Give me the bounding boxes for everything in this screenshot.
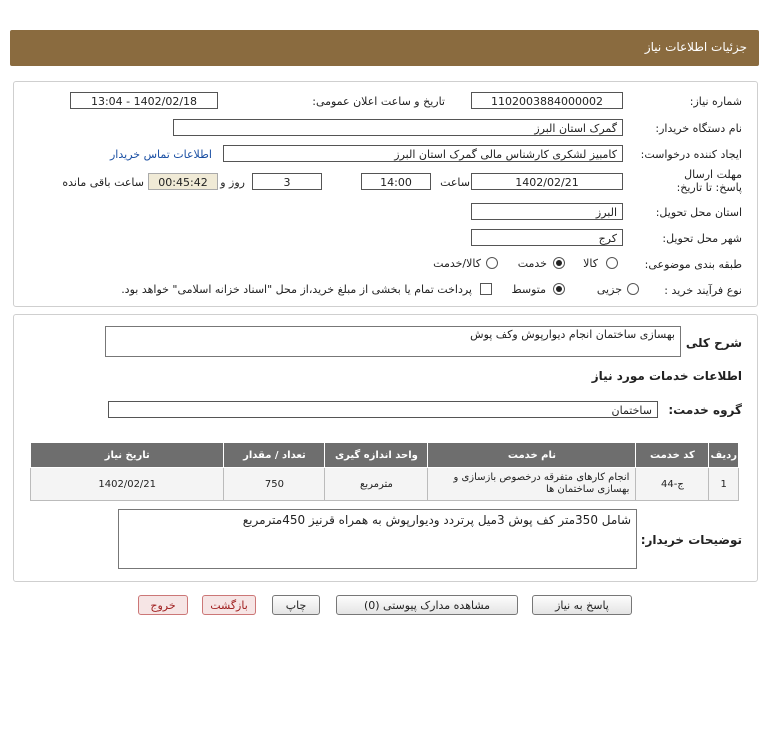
- category-both-radio[interactable]: [486, 257, 498, 269]
- remaining-label: ساعت باقی مانده: [62, 176, 144, 189]
- category-label: طبقه بندی موضوعی:: [644, 258, 742, 271]
- category-goods-radio[interactable]: [606, 257, 618, 269]
- city-label: شهر محل تحویل:: [662, 232, 742, 245]
- need-number-field: 1102003884000002: [471, 92, 623, 109]
- cell-name: انجام کارهای متفرقه درخصوص بازسازی و بهس…: [427, 467, 637, 501]
- reply-button[interactable]: پاسخ به نیاز: [532, 595, 632, 615]
- back-button[interactable]: بازگشت: [202, 595, 256, 615]
- deadline-label: مهلت ارسال پاسخ: تا تاریخ:: [676, 168, 742, 194]
- need-info-panel: [13, 81, 758, 307]
- col-date: تاریخ نیاز: [29, 442, 225, 468]
- col-row: ردیف: [708, 442, 739, 468]
- services-table: ردیف کد خدمت نام خدمت واحد اندازه گیری ت…: [29, 442, 739, 501]
- process-medium-radio[interactable]: [553, 283, 565, 295]
- col-code: کد خدمت: [635, 442, 710, 468]
- contact-buyer-link[interactable]: اطلاعات تماس خریدار: [110, 148, 212, 161]
- page-header: جزئیات اطلاعات نیاز: [10, 30, 759, 66]
- service-group-field: ساختمان: [108, 401, 658, 418]
- category-service-radio[interactable]: [553, 257, 565, 269]
- days-label: روز و: [220, 176, 245, 189]
- treasury-payment-checkbox[interactable]: [480, 283, 492, 295]
- cell-code: ج-44: [635, 467, 710, 501]
- announce-field: 1402/02/18 - 13:04: [70, 92, 218, 109]
- deadline-date-field: 1402/02/21: [471, 173, 623, 190]
- process-medium-label: متوسط: [511, 283, 546, 296]
- time-label: ساعت: [440, 176, 470, 189]
- exit-button[interactable]: خروج: [138, 595, 188, 615]
- process-label: نوع فرآیند خرید :: [664, 284, 742, 297]
- col-qty: تعداد / مقدار: [223, 442, 326, 468]
- services-heading: اطلاعات خدمات مورد نیاز: [591, 369, 742, 383]
- creator-label: ایجاد کننده درخواست:: [640, 148, 742, 161]
- cell-row: 1: [708, 467, 739, 501]
- category-both-label: کالا/خدمت: [433, 257, 481, 270]
- print-button[interactable]: چاپ: [272, 595, 320, 615]
- cell-unit: مترمربع: [324, 467, 429, 501]
- announce-label: تاریخ و ساعت اعلان عمومی:: [312, 95, 445, 108]
- province-label: استان محل تحویل:: [655, 206, 742, 219]
- city-field: کرج: [471, 229, 623, 246]
- category-goods-label: کالا: [583, 257, 598, 270]
- attachments-button[interactable]: مشاهده مدارک پیوستی (0): [336, 595, 518, 615]
- creator-field: کامبیز لشکری کارشناس مالی گمرک استان الب…: [223, 145, 623, 162]
- category-service-label: خدمت: [517, 257, 547, 270]
- page-title: جزئیات اطلاعات نیاز: [644, 40, 747, 54]
- buyer-field: گمرک استان البرز: [173, 119, 623, 136]
- buyer-notes-label: توضیحات خریدار:: [640, 533, 742, 547]
- col-unit: واحد اندازه گیری: [324, 442, 429, 468]
- cell-qty: 750: [223, 467, 326, 501]
- service-group-label: گروه خدمت:: [668, 403, 742, 417]
- buyer-notes-field: شامل 350متر کف پوش 3میل پرتردد ودیوارپوش…: [118, 509, 637, 569]
- province-field: البرز: [471, 203, 623, 220]
- process-minor-label: جزیی: [596, 283, 622, 296]
- buyer-label: نام دستگاه خریدار:: [655, 122, 742, 135]
- col-name: نام خدمت: [427, 442, 637, 468]
- cell-date: 1402/02/21: [29, 467, 225, 501]
- deadline-time-field: 14:00: [361, 173, 431, 190]
- table-row: 1 ج-44 انجام کارهای متفرقه درخصوص بازساز…: [29, 467, 739, 501]
- treasury-payment-note: پرداخت تمام یا بخشی از مبلغ خرید،از محل …: [121, 283, 472, 296]
- process-minor-radio[interactable]: [627, 283, 639, 295]
- days-field: 3: [252, 173, 322, 190]
- need-number-label: شماره نیاز:: [689, 95, 742, 108]
- remaining-time-field: 00:45:42: [148, 173, 218, 190]
- summary-field: بهسازی ساختمان انجام دیوارپوش وکف پوش: [105, 326, 681, 357]
- table-header-row: ردیف کد خدمت نام خدمت واحد اندازه گیری ت…: [29, 442, 739, 468]
